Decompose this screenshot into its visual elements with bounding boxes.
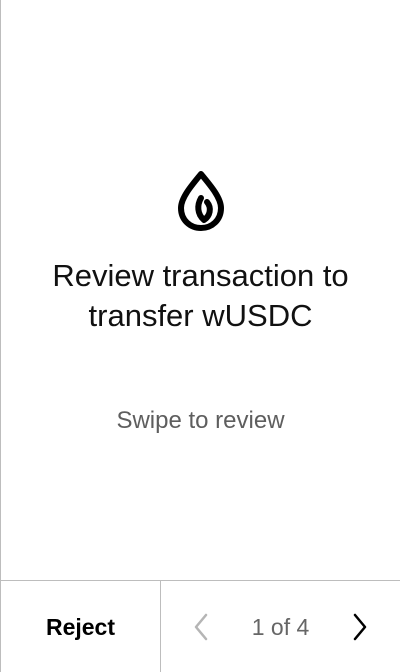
swipe-instruction: Swipe to review — [116, 407, 285, 434]
review-screen: Review transaction to transfer wUSDC Swi… — [0, 0, 400, 672]
chevron-right-icon — [353, 613, 367, 641]
page-title: Review transaction to transfer wUSDC — [52, 258, 349, 333]
page-counter: 1 of 4 — [251, 613, 310, 640]
previous-page-button[interactable] — [187, 609, 215, 645]
next-page-button[interactable] — [346, 609, 374, 645]
pager: 1 of 4 — [161, 581, 400, 672]
footer-bar: Reject 1 of 4 — [1, 580, 400, 672]
reject-button[interactable]: Reject — [1, 581, 161, 672]
sui-drop-icon — [177, 171, 224, 231]
chevron-left-icon — [194, 613, 208, 641]
